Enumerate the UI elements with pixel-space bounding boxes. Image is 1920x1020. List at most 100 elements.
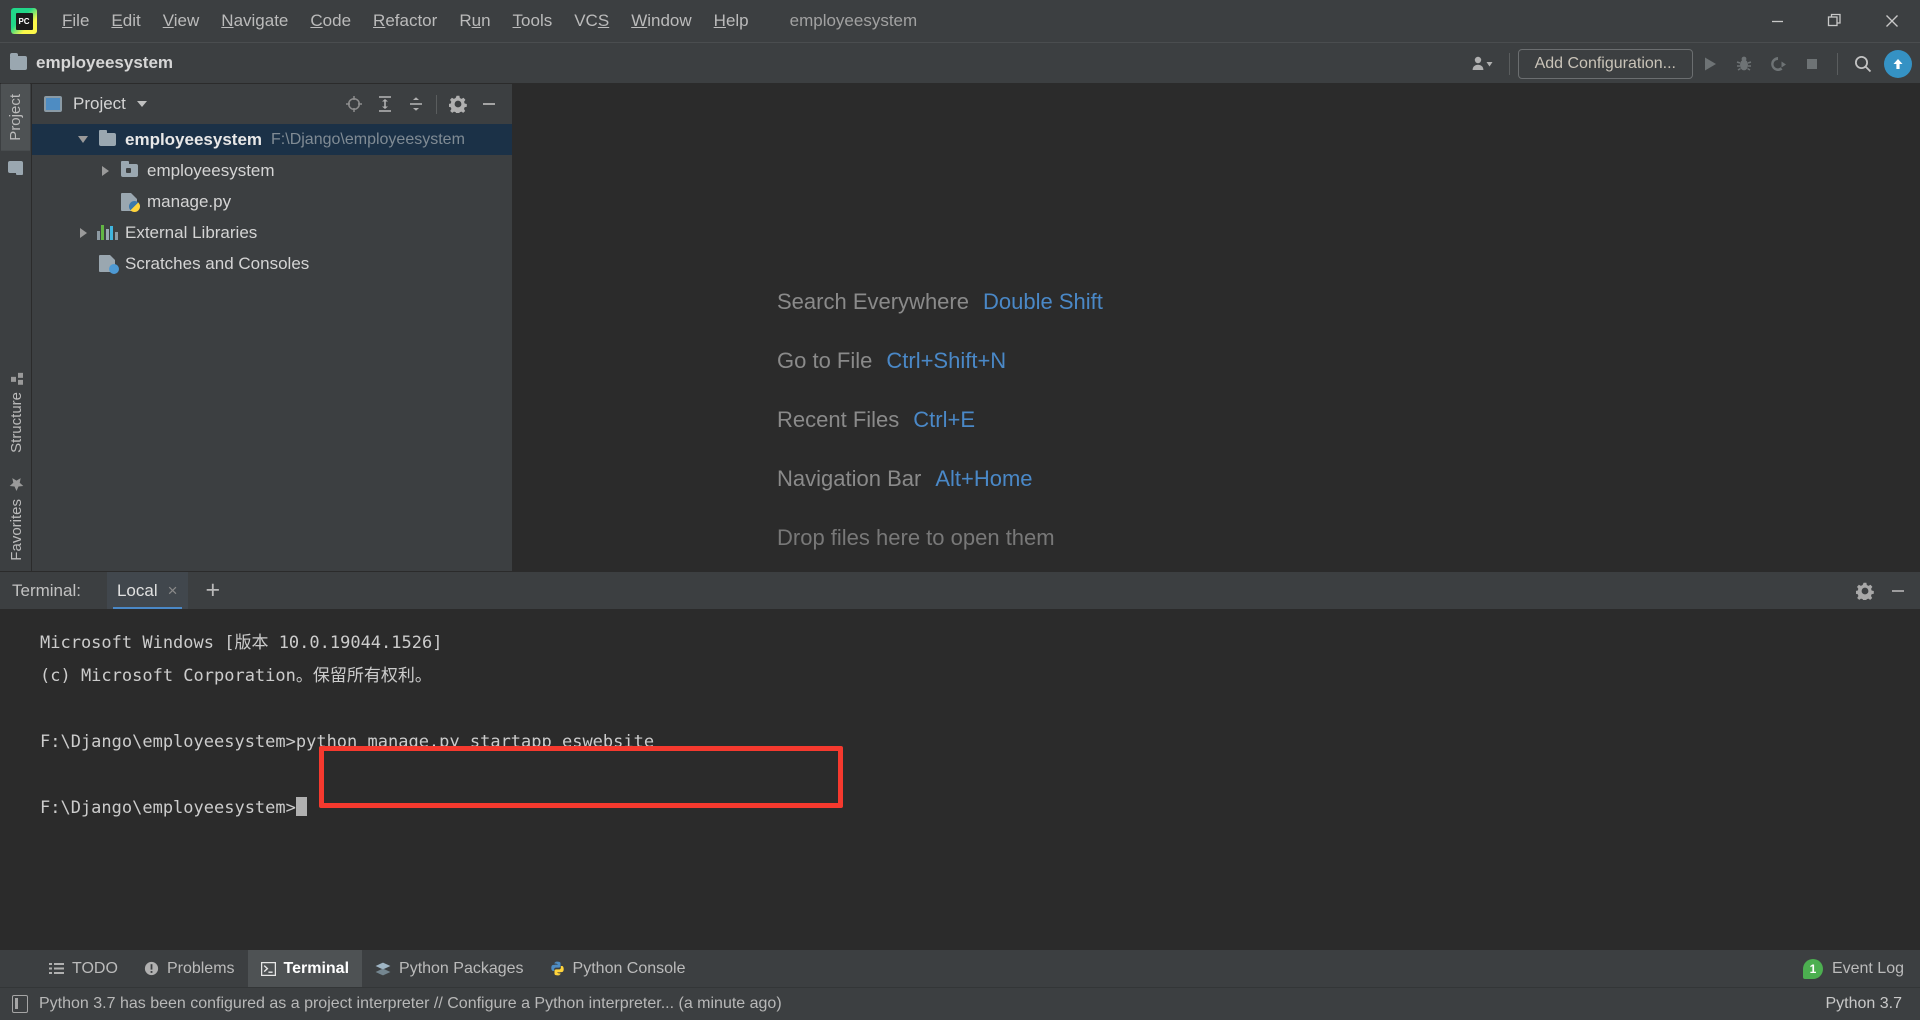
favorites-tab-label: Favorites — [7, 499, 25, 561]
terminal-prompt-line: F:\Django\employeesystem> — [40, 792, 1920, 825]
collapse-all-icon[interactable] — [400, 89, 431, 120]
notification-icon[interactable] — [12, 995, 28, 1013]
left-strip-bottom: Structure Favorites — [0, 362, 32, 571]
event-log-badge: 1 — [1802, 958, 1823, 979]
menu-refactor[interactable]: Refactor — [362, 8, 448, 34]
hide-icon[interactable] — [1881, 575, 1914, 608]
tree-row-module-employeesystem[interactable]: employeesystem — [32, 155, 512, 186]
menu-window[interactable]: Window — [620, 8, 702, 34]
hint-search-everywhere: Search Everywhere Double Shift — [777, 289, 1103, 348]
sidebar-item-structure[interactable]: Structure — [2, 362, 31, 463]
hint-action: Recent Files — [777, 407, 900, 432]
folder-icon — [8, 160, 23, 173]
menu-run[interactable]: Run — [448, 8, 501, 34]
tree-row-scratches-consoles[interactable]: Scratches and Consoles — [32, 248, 512, 279]
sidebar-item-project[interactable]: Project — [1, 84, 30, 151]
tab-terminal[interactable]: Terminal — [247, 949, 363, 988]
tab-python-console[interactable]: Python Console — [537, 950, 699, 988]
menu-window-label: indow — [647, 11, 692, 30]
menu-view-label: iew — [173, 11, 200, 30]
tree-row-external-libraries[interactable]: External Libraries — [32, 217, 512, 248]
tab-label: Python Packages — [399, 959, 524, 977]
run-coverage-icon[interactable] — [1761, 47, 1795, 81]
gear-icon[interactable] — [442, 89, 473, 120]
tree-row-project-root[interactable]: employeesystem F:\Django\employeesystem — [32, 124, 512, 155]
hint-action: Go to File — [777, 348, 873, 373]
tree-toggle[interactable] — [92, 165, 118, 176]
menu-file[interactable]: File — [51, 8, 100, 34]
close-icon[interactable] — [1863, 0, 1920, 42]
menu-tools[interactable]: Tools — [502, 8, 564, 34]
main-toolbar: employeesystem Add Configuration... — [0, 42, 1920, 84]
tab-todo[interactable]: TODO — [36, 950, 131, 988]
close-icon[interactable]: × — [168, 581, 178, 601]
terminal-output[interactable]: Microsoft Windows [版本 10.0.19044.1526] (… — [0, 609, 1920, 949]
tab-problems[interactable]: Problems — [131, 950, 248, 988]
toolbar-right-group: Add Configuration... — [1467, 43, 1912, 85]
star-icon — [9, 477, 24, 492]
main-area: Project Structure Favorites Project empl… — [0, 84, 1920, 571]
event-log-area[interactable]: 1 Event Log — [1802, 958, 1904, 979]
tree-row-manage-py[interactable]: manage.py — [32, 186, 512, 217]
tree-label: External Libraries — [125, 222, 258, 242]
menu-vcs[interactable]: VCS — [563, 8, 620, 34]
window-project-title: employeesystem — [789, 11, 918, 30]
project-pane-header: Project — [32, 84, 512, 124]
project-pane-separator — [436, 94, 437, 114]
run-icon[interactable] — [1693, 47, 1727, 81]
tree-project-path: F:\Django\employeesystem — [271, 130, 465, 148]
bottom-tool-bar: TODO Problems Terminal Python Packages P… — [0, 949, 1920, 988]
expand-all-icon[interactable] — [369, 89, 400, 120]
tree-toggle[interactable] — [70, 136, 96, 143]
folder-icon — [10, 53, 27, 70]
stop-icon[interactable] — [1795, 47, 1829, 81]
menu-code[interactable]: Code — [299, 8, 362, 34]
problems-icon — [144, 961, 159, 976]
add-terminal-tab-button[interactable]: + — [206, 578, 221, 603]
project-pane-tools — [338, 89, 504, 120]
locate-icon[interactable] — [338, 89, 369, 120]
packages-icon — [375, 962, 391, 976]
chevron-down-icon[interactable] — [136, 101, 147, 107]
toolbar-separator-1 — [1508, 53, 1510, 75]
structure-icon — [10, 372, 23, 386]
pycharm-window: PC File Edit View Navigate Code Refactor… — [0, 0, 1920, 1020]
gear-icon[interactable] — [1848, 575, 1881, 608]
hint-shortcut: Double Shift — [982, 289, 1103, 314]
user-dropdown-icon[interactable] — [1467, 47, 1501, 81]
menu-edit[interactable]: Edit — [100, 8, 151, 34]
module-folder-icon — [118, 161, 140, 177]
python-console-icon — [550, 961, 565, 976]
debug-icon[interactable] — [1727, 47, 1761, 81]
terminal-tab-local[interactable]: Local × — [106, 571, 188, 610]
menu-view[interactable]: View — [152, 8, 211, 34]
terminal-header-tools — [1848, 572, 1914, 610]
hint-shortcut: Ctrl+E — [913, 407, 976, 432]
update-icon[interactable] — [1884, 50, 1912, 78]
add-configuration-button[interactable]: Add Configuration... — [1517, 49, 1693, 79]
menu-help[interactable]: Help — [703, 8, 760, 34]
minimize-icon[interactable] — [1749, 0, 1806, 42]
hint-recent-files: Recent Files Ctrl+E — [777, 407, 1103, 466]
search-icon[interactable] — [1846, 47, 1880, 81]
terminal-line: Microsoft Windows [版本 10.0.19044.1526] — [40, 633, 443, 653]
hide-icon[interactable] — [473, 89, 504, 120]
interpreter-indicator[interactable]: Python 3.7 — [1826, 995, 1903, 1013]
restore-icon[interactable] — [1806, 0, 1863, 42]
hint-action: Search Everywhere — [777, 289, 969, 314]
scratches-icon — [96, 255, 119, 274]
toolbar-separator-2 — [1837, 53, 1838, 75]
terminal-prompt: F:\Django\employeesystem> — [40, 798, 296, 818]
sidebar-item-favorites[interactable]: Favorites — [2, 463, 31, 571]
toolbar-project-label: employeesystem — [36, 53, 174, 72]
event-log-label: Event Log — [1831, 959, 1904, 977]
editor-empty-area[interactable]: Search Everywhere Double Shift Go to Fil… — [513, 84, 1920, 571]
hint-action: Navigation Bar — [777, 466, 922, 491]
menu-navigate[interactable]: Navigate — [210, 8, 299, 34]
tab-python-packages[interactable]: Python Packages — [362, 950, 537, 988]
terminal-command-line: F:\Django\employeesystem>python manage.p… — [40, 732, 655, 752]
tree-toggle[interactable] — [70, 227, 96, 238]
sidebar-project-folder-icon[interactable] — [2, 151, 29, 177]
